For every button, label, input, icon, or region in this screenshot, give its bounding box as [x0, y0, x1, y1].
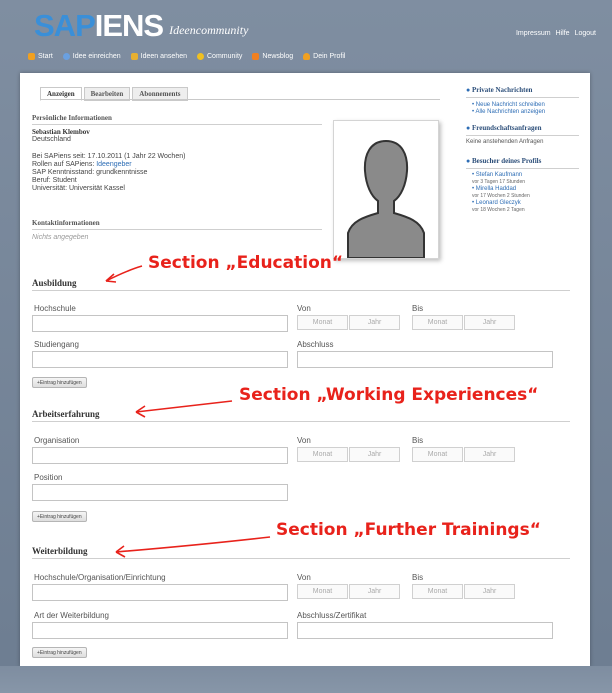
arrow-work-icon	[135, 400, 233, 418]
arrow-training-icon	[115, 536, 271, 558]
arrow-education-icon	[105, 265, 143, 283]
annotation-arrows	[105, 265, 271, 558]
